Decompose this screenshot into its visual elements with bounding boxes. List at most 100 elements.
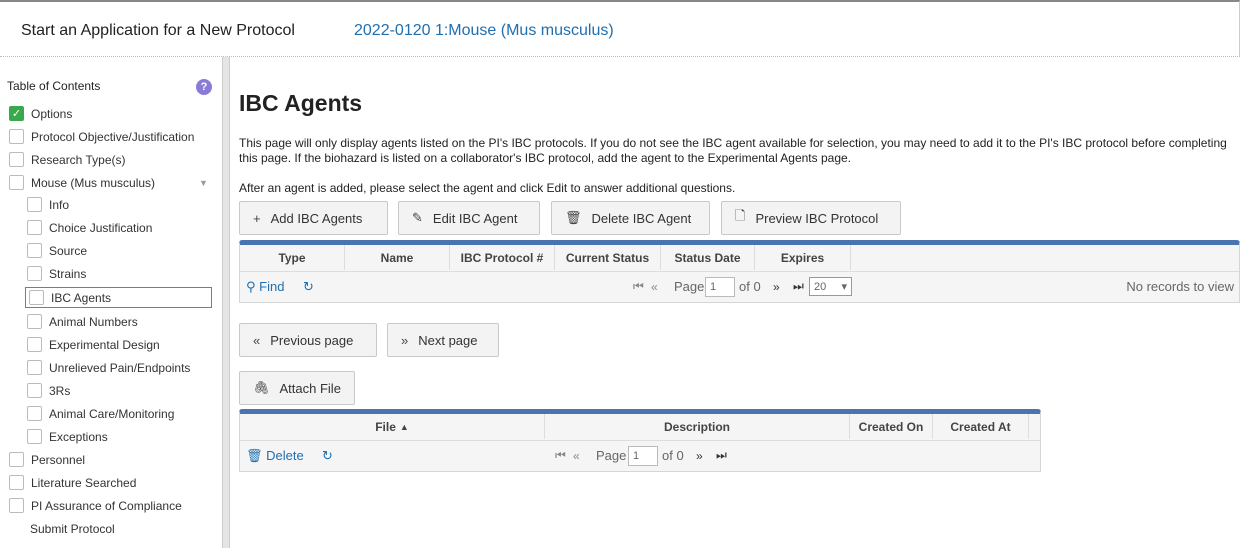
page-label: Page [674,279,705,294]
paperclip-icon: 🖇 [253,380,270,395]
empty-message: No records to view [1126,279,1234,294]
toc-item-animal-care[interactable]: Animal Care/Monitoring [27,403,174,424]
toc-item-label: Strains [49,266,87,281]
refresh-icon[interactable]: ↻ [322,448,333,464]
toc-item-label: Research Type(s) [31,152,126,167]
toc-item-options[interactable]: ✓ Options [9,103,72,124]
toc-item-choice-justification[interactable]: Choice Justification [27,217,152,238]
toc-item-info[interactable]: Info [27,194,69,215]
next-page-icon[interactable]: » [773,280,780,294]
toc-item-label: Exceptions [49,429,108,444]
column-header-expires[interactable]: Expires [755,245,851,270]
checkbox [27,337,42,352]
toc-item-unrelieved-pain[interactable]: Unrelieved Pain/Endpoints [27,357,190,378]
delete-ibc-agent-button[interactable]: 🗑 Delete IBC Agent [551,201,710,235]
column-header-ibc-protocol[interactable]: IBC Protocol # [450,245,555,270]
ibc-agents-grid: Type Name IBC Protocol # Current Status … [239,240,1240,303]
chevron-down-icon[interactable]: ▼ [199,178,208,188]
find-label: Find [259,278,285,294]
toc-item-experimental-design[interactable]: Experimental Design [27,334,160,355]
column-label: File [375,419,396,434]
checkbox [9,475,24,490]
toc-item-label: Choice Justification [49,220,153,235]
toc-item-personnel[interactable]: Personnel [9,449,85,470]
protocol-link[interactable]: 2022-0120 1:Mouse (Mus musculus) [354,22,614,40]
checkbox [27,243,42,258]
last-page-icon[interactable]: ⏭ [793,279,804,294]
column-header-name[interactable]: Name [345,245,450,270]
column-header-created-at[interactable]: Created At [933,414,1029,439]
toc-item-ibc-agents[interactable]: IBC Agents [25,287,212,308]
toc-item-label: Literature Searched [31,475,137,490]
toc-item-pi-assurance[interactable]: PI Assurance of Compliance [9,495,182,516]
toc-item-animal-numbers[interactable]: Animal Numbers [27,311,138,332]
refresh-icon[interactable]: ↻ [303,279,314,295]
double-chevron-left-icon: « [253,332,261,348]
button-label: Previous page [270,332,354,348]
edit-ibc-agent-button[interactable]: ✎ Edit IBC Agent [398,201,540,235]
grid-pager: 🗑 Delete ↻ ⏮ « Page 1 of 0 » ⏭ [240,440,1040,470]
help-icon[interactable]: ? [196,79,212,95]
column-header-current-status[interactable]: Current Status [555,245,661,270]
previous-page-button[interactable]: « Previous page [239,323,377,357]
instructions-text-2: After an agent is added, please select t… [239,181,736,195]
toc-item-label: Source [49,243,88,258]
panel-splitter[interactable] [223,57,230,548]
files-grid: File ▲ Description Created On Created At… [239,409,1041,472]
next-page-button[interactable]: » Next page [387,323,499,357]
preview-ibc-protocol-button[interactable]: 🗋 Preview IBC Protocol [721,201,901,235]
add-ibc-agents-button[interactable]: + Add IBC Agents [239,201,388,235]
button-label: Add IBC Agents [270,210,363,226]
next-page-icon[interactable]: » [696,449,703,463]
toc-item-exceptions[interactable]: Exceptions [27,426,108,447]
toc-item-submit-protocol[interactable]: Submit Protocol [30,518,115,539]
first-page-icon[interactable]: ⏮ [633,279,644,294]
page-input[interactable]: 1 [705,276,735,297]
toc-item-label: Personnel [31,452,86,467]
toc-item-label: Protocol Objective/Justification [31,129,195,144]
page-count: of 0 [662,448,684,463]
delete-label: Delete [266,447,304,463]
document-icon: 🗋 [735,208,746,223]
toc-item-mouse[interactable]: Mouse (Mus musculus) [9,172,155,193]
toc-item-label: Options [31,106,73,121]
toc-item-label: PI Assurance of Compliance [31,498,182,513]
page-input[interactable]: 1 [628,445,658,466]
grid-header: Type Name IBC Protocol # Current Status … [240,245,851,270]
prev-page-icon[interactable]: « [573,449,580,463]
checkbox [9,175,24,190]
toc-title: Table of Contents [7,79,101,93]
checkbox [27,266,42,281]
checkbox [27,197,42,212]
column-header-file[interactable]: File ▲ [240,414,545,439]
first-page-icon[interactable]: ⏮ [555,448,566,463]
sort-icon: ▲ [399,421,409,432]
page-title: IBC Agents [239,90,363,116]
toc-item-research-types[interactable]: Research Type(s) [9,149,125,170]
page-size-select[interactable]: 20 ▾ [809,277,852,296]
toc-item-source[interactable]: Source [27,240,87,261]
column-header-type[interactable]: Type [240,245,345,270]
checkbox [27,383,42,398]
prev-page-icon[interactable]: « [651,280,658,294]
button-label: Next page [418,332,478,348]
toc-item-label: Experimental Design [49,337,160,352]
last-page-icon[interactable]: ⏭ [716,448,727,463]
checkbox [27,406,42,421]
toc-item-protocol-objective[interactable]: Protocol Objective/Justification [9,126,194,147]
checkbox [27,360,42,375]
column-header-description[interactable]: Description [545,414,850,439]
column-header-status-date[interactable]: Status Date [661,245,755,270]
checkbox [9,452,24,467]
toc-item-3rs[interactable]: 3Rs [27,380,70,401]
column-header-created-on[interactable]: Created On [850,414,933,439]
toc-item-literature-searched[interactable]: Literature Searched [9,472,136,493]
delete-link[interactable]: 🗑 Delete [246,448,304,464]
find-link[interactable]: ⚲ Find [246,279,284,295]
button-label: Delete IBC Agent [591,210,692,226]
toc-item-label: Animal Numbers [49,314,138,329]
page-label: Page [596,448,627,463]
toc-item-label: Submit Protocol [30,521,115,536]
attach-file-button[interactable]: 🖇 Attach File [239,371,355,405]
toc-item-strains[interactable]: Strains [27,263,86,284]
